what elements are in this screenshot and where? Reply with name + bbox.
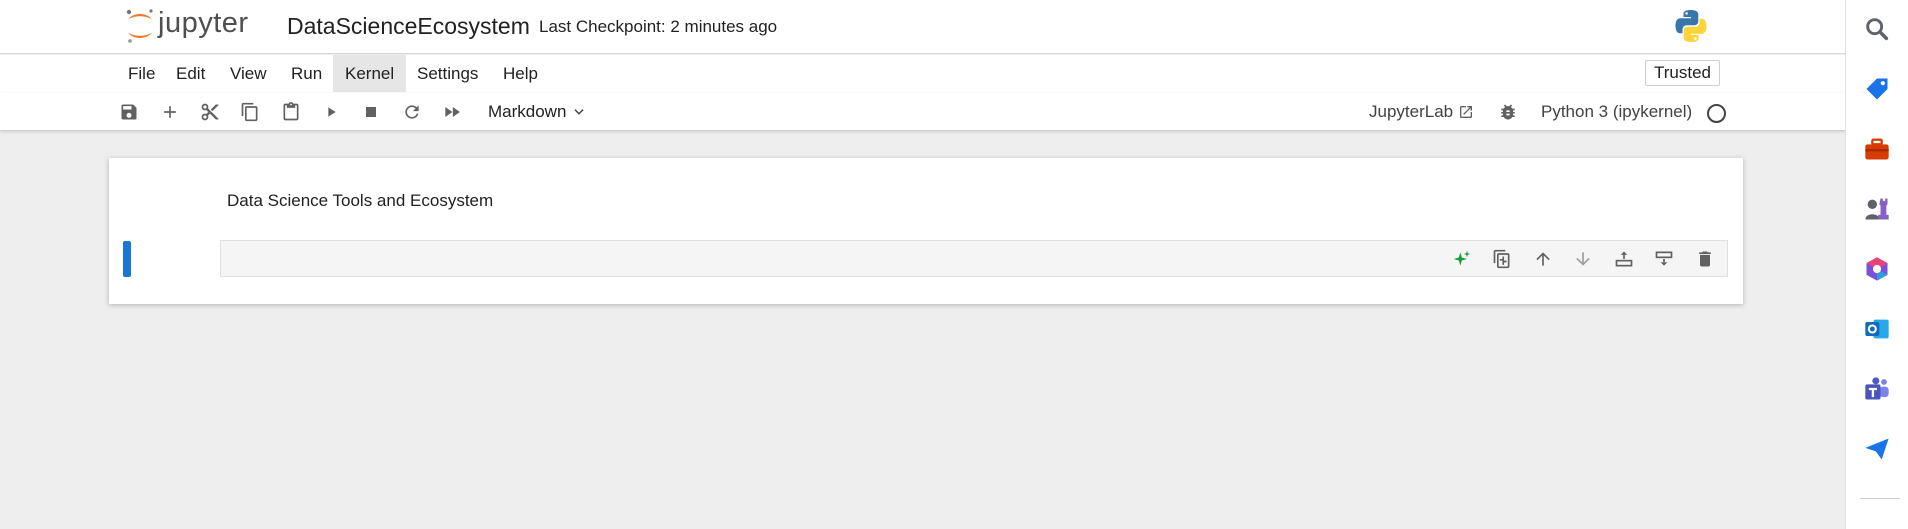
cut-cell-button[interactable] [197,99,223,125]
save-button[interactable] [116,99,142,125]
browser-sidebar [1845,0,1908,529]
sidebar-shopping-button[interactable] [1860,72,1894,106]
notebook-title[interactable]: DataScienceEcosystem [287,13,530,40]
jupyterlab-label: JupyterLab [1369,102,1454,121]
top-header: jupyter DataScienceEcosystem Last Checkp… [0,0,1845,54]
trusted-badge[interactable]: Trusted [1645,60,1721,86]
sidebar-search-button[interactable] [1860,12,1894,46]
save-icon [121,104,137,120]
paper-plane-icon [1865,438,1889,460]
microsoft-365-icon [1866,257,1888,281]
insert-below-icon [1655,251,1673,266]
notebook-app: jupyter DataScienceEcosystem Last Checkp… [0,0,1845,529]
menu-run[interactable]: Run [279,55,334,92]
chevron-down-icon [574,109,585,115]
logo-text: jupyter [158,6,249,39]
insert-cell-button[interactable] [157,99,183,125]
plus-icon [164,106,176,118]
duplicate-icon [1493,249,1510,268]
menu-edit[interactable]: Edit [164,55,217,92]
copy-cell-button[interactable] [237,99,263,125]
copy-icon [241,102,258,122]
paste-cell-button[interactable] [278,99,304,125]
sparkle-icon [1453,250,1471,266]
sidebar-send-button[interactable] [1860,432,1894,466]
sidebar-games-button[interactable] [1860,192,1894,226]
duplicate-cell-button[interactable] [1482,243,1523,274]
refresh-icon [405,105,419,119]
cell-type-select[interactable]: Markdown [488,99,586,125]
scissors-icon [201,103,219,121]
bug-icon[interactable] [1498,102,1518,122]
last-checkpoint: Last Checkpoint: 2 minutes ago [539,17,778,36]
jupyter-logo-icon [126,9,153,43]
menu-settings[interactable]: Settings [405,55,490,92]
menubar: File Edit View Run Kernel Settings Help … [0,55,1845,93]
run-cell-button[interactable] [318,99,344,125]
ai-assist-button[interactable] [1442,243,1483,274]
arrow-up-icon [1536,251,1550,266]
external-link-icon [1460,106,1473,118]
menu-file[interactable]: File [116,55,167,92]
trash-icon [1698,251,1711,266]
menu-kernel[interactable]: Kernel [333,55,407,92]
search-icon [1866,18,1889,41]
toolbox-icon [1865,138,1889,160]
notebook-toolbar: Markdown JupyterLab Python 3 (ipykernel) [0,93,1845,131]
markdown-cell-rendered[interactable]: Data Science Tools and Ecosystem [227,191,493,211]
stop-icon [366,107,376,117]
insert-above-icon [1615,251,1633,266]
restart-kernel-button[interactable] [399,99,425,125]
active-cell-indicator [123,241,131,277]
insert-cell-below-button[interactable] [1644,243,1685,274]
menu-view[interactable]: View [218,55,279,92]
cell-type-value: Markdown [488,102,567,121]
python-logo-icon [1675,10,1707,42]
move-cell-down-button[interactable] [1563,243,1604,274]
move-cell-up-button[interactable] [1523,243,1564,274]
tag-icon [1866,78,1888,100]
sidebar-teams-button[interactable] [1860,372,1894,406]
kernel-status-indicator [1707,104,1726,123]
interrupt-kernel-button[interactable] [358,99,384,125]
kernel-name[interactable]: Python 3 (ipykernel) [1541,99,1692,125]
cell-toolbar [1442,243,1726,274]
fast-forward-icon [445,107,460,117]
insert-cell-above-button[interactable] [1604,243,1645,274]
outlook-icon [1865,319,1889,339]
arrow-down-icon [1576,251,1590,266]
sidebar-outlook-button[interactable] [1860,312,1894,346]
sidebar-divider [1860,498,1900,499]
chess-piece-icon [1865,198,1889,220]
notebook-panel: Data Science Tools and Ecosystem [109,158,1743,304]
open-jupyterlab-link[interactable]: JupyterLab [1369,99,1474,125]
jupyter-logo[interactable]: jupyter [124,6,249,46]
restart-run-all-button[interactable] [439,99,465,125]
active-cell-editor[interactable] [220,240,1728,277]
play-icon [328,107,336,117]
sidebar-copilot-button[interactable] [1860,252,1894,286]
teams-icon [1865,377,1889,400]
clipboard-icon [283,102,299,121]
menu-help[interactable]: Help [491,55,550,92]
sidebar-tools-button[interactable] [1860,132,1894,166]
delete-cell-button[interactable] [1685,243,1726,274]
